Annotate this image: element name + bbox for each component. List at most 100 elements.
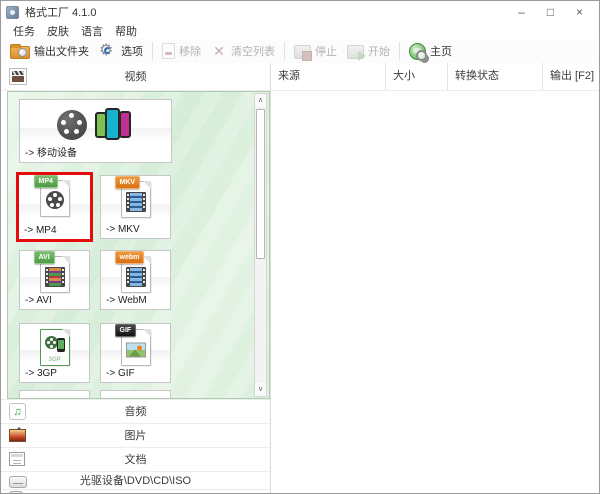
- phone-icon: [56, 338, 65, 352]
- scroll-up-icon[interactable]: [255, 94, 266, 107]
- format-card-label: -> MP4: [24, 225, 57, 236]
- format-card-gif[interactable]: GIF -> GIF: [100, 323, 171, 383]
- remove-label: 移除: [179, 46, 201, 58]
- picture-tab-label: 图片: [124, 430, 147, 442]
- partial-category-row[interactable]: [1, 489, 270, 493]
- highlight-annotation-box: MP4 -> MP4: [16, 172, 93, 242]
- 3gp-file-icon: 3GP: [39, 329, 70, 366]
- menu-skin[interactable]: 皮肤: [41, 23, 75, 39]
- column-output[interactable]: 输出 [F2]: [542, 63, 599, 90]
- format-card-label: -> 3GP: [25, 368, 57, 379]
- output-folder-label: 输出文件夹: [34, 46, 89, 58]
- gif-tag: GIF: [114, 324, 137, 338]
- mkv-tag: MKV: [114, 176, 141, 190]
- toolbar-separator: [152, 42, 153, 60]
- clear-list-icon: ✕: [213, 43, 225, 59]
- stop-icon: [294, 45, 312, 61]
- avi-file-icon: AVI: [33, 251, 70, 293]
- tab-optical-drive[interactable]: 光驱设备\DVD\CD\ISO: [1, 471, 270, 489]
- menu-task[interactable]: 任务: [7, 23, 41, 39]
- remove-item-icon: [162, 43, 175, 59]
- optical-drive-tab-label: 光驱设备\DVD\CD\ISO: [79, 475, 192, 487]
- remove-button[interactable]: 移除: [157, 40, 206, 62]
- start-icon: [347, 45, 366, 61]
- format-card-label: -> GIF: [106, 368, 135, 379]
- toolbar-separator: [284, 42, 285, 60]
- clear-list-label: 清空列表: [231, 46, 275, 58]
- format-card-partial[interactable]: [100, 390, 171, 398]
- column-source[interactable]: 来源: [271, 63, 385, 90]
- app-window: 格式工厂 4.1.0 – □ × 任务 皮肤 语言 帮助 输出文件夹 ⚙ 选项 …: [0, 0, 600, 494]
- tab-picture[interactable]: 图片: [1, 423, 270, 447]
- format-card-webm[interactable]: webm -> WebM: [100, 250, 171, 310]
- format-card-label: -> WebM: [106, 295, 147, 306]
- page-fold: [142, 329, 151, 337]
- toolbar: 输出文件夹 ⚙ 选项 移除 ✕ 清空列表 停止 开始 主页: [1, 39, 599, 63]
- format-card-label: -> 移动设备: [25, 148, 77, 159]
- menu-bar: 任务 皮肤 语言 帮助: [1, 23, 599, 39]
- stop-button[interactable]: 停止: [289, 40, 342, 62]
- film-reel-icon: [45, 191, 64, 210]
- panel-scrollbar[interactable]: [254, 93, 267, 397]
- tab-audio[interactable]: ♫ 音频: [1, 399, 270, 423]
- page-fold: [61, 329, 70, 337]
- options-label: 选项: [121, 46, 143, 58]
- page-fold: [142, 181, 151, 189]
- tab-video[interactable]: 视频: [1, 63, 271, 90]
- app-icon: [6, 5, 19, 19]
- column-size[interactable]: 大小: [385, 63, 447, 90]
- video-tab-label: 视频: [124, 71, 147, 83]
- column-state[interactable]: 转换状态: [447, 63, 542, 90]
- format-card-mkv[interactable]: MKV -> MKV: [100, 175, 171, 239]
- document-tab-label: 文档: [124, 454, 147, 466]
- filmstrip-icon: [125, 266, 146, 287]
- mp4-file-icon: MP4: [33, 175, 70, 217]
- header-row: 视频 来源 大小 转换状态 输出 [F2]: [1, 63, 599, 91]
- toolbar-separator: [399, 42, 400, 60]
- 3gp-tag: 3GP: [48, 357, 61, 363]
- conversion-list[interactable]: [272, 91, 599, 493]
- output-folder-icon: [10, 44, 30, 59]
- gif-file-icon: GIF: [114, 324, 151, 366]
- home-label: 主页: [430, 46, 452, 58]
- image-thumbnail-icon: [125, 342, 146, 358]
- page-fold: [61, 256, 70, 264]
- audio-tab-label: 音频: [124, 406, 147, 418]
- minimize-button[interactable]: –: [507, 2, 536, 22]
- options-button[interactable]: ⚙ 选项: [94, 40, 148, 62]
- scroll-down-icon[interactable]: [255, 383, 266, 396]
- page-fold: [61, 180, 70, 188]
- video-formats-panel: -> 移动设备 MP4 -> MP4 MKV -> MKV AVI -> AVI…: [7, 91, 270, 399]
- format-card-mp4[interactable]: MP4 -> MP4: [19, 175, 90, 239]
- format-card-3gp[interactable]: 3GP -> 3GP: [19, 323, 90, 383]
- tab-document[interactable]: 文档: [1, 447, 270, 471]
- clear-list-button[interactable]: ✕ 清空列表: [206, 40, 280, 62]
- avi-tag: AVI: [33, 251, 55, 265]
- output-folder-button[interactable]: 输出文件夹: [5, 40, 94, 62]
- start-label: 开始: [368, 46, 390, 58]
- format-card-avi[interactable]: AVI -> AVI: [19, 250, 90, 310]
- start-button[interactable]: 开始: [342, 40, 395, 62]
- scrollbar-thumb[interactable]: [256, 109, 265, 259]
- maximize-button[interactable]: □: [536, 2, 565, 22]
- menu-help[interactable]: 帮助: [109, 23, 143, 39]
- mkv-file-icon: MKV: [114, 176, 151, 218]
- format-card-label: -> MKV: [106, 224, 140, 235]
- list-column-headers: 来源 大小 转换状态 输出 [F2]: [271, 63, 599, 90]
- menu-language[interactable]: 语言: [75, 23, 109, 39]
- title-bar: 格式工厂 4.1.0 – □ ×: [1, 1, 599, 23]
- format-card-mobile-devices[interactable]: -> 移动设备: [19, 99, 172, 163]
- close-button[interactable]: ×: [565, 2, 594, 22]
- sidebar: -> 移动设备 MP4 -> MP4 MKV -> MKV AVI -> AVI…: [1, 91, 271, 493]
- format-card-partial[interactable]: [19, 390, 90, 398]
- webm-tag: webm: [114, 251, 145, 265]
- home-button[interactable]: 主页: [404, 40, 457, 62]
- filmstrip-icon: [125, 191, 146, 212]
- mp4-tag: MP4: [33, 175, 58, 189]
- home-globe-icon: [409, 42, 427, 61]
- options-gear-icon: ⚙: [99, 42, 114, 59]
- stop-label: 停止: [315, 46, 337, 58]
- filmstrip-icon: [44, 266, 65, 287]
- mobile-devices-icon: [20, 104, 171, 146]
- format-card-label: -> AVI: [25, 295, 52, 306]
